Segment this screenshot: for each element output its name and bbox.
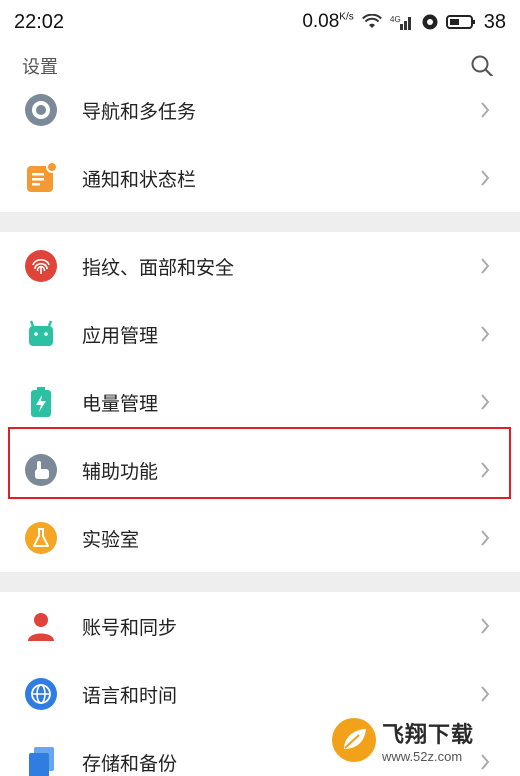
- status-right: 0.08K/s 4G 38: [302, 11, 506, 34]
- notification-dot-icon: [422, 14, 438, 30]
- settings-item-label: 账号和同步: [82, 616, 178, 639]
- group-divider: [0, 572, 520, 592]
- flask-icon: [24, 521, 58, 555]
- settings-item-lab[interactable]: 实验室: [0, 504, 520, 572]
- battery-status-icon: [445, 14, 476, 30]
- settings-item-label: 语言和时间: [82, 684, 178, 707]
- globe-icon: [24, 677, 58, 711]
- status-time: 22:02: [14, 10, 65, 33]
- chevron-right-icon: [478, 256, 492, 276]
- watermark: 飞翔下载 www.52z.com: [332, 710, 512, 770]
- settings-item-battery[interactable]: 电量管理: [0, 368, 520, 436]
- fingerprint-icon: [24, 249, 58, 283]
- settings-item-navigation[interactable]: 导航和多任务: [0, 76, 520, 144]
- wifi-icon: [361, 14, 382, 30]
- settings-item-label: 电量管理: [82, 392, 159, 415]
- chevron-right-icon: [478, 616, 492, 636]
- settings-item-label: 通知和状态栏: [82, 168, 197, 191]
- chevron-right-icon: [478, 460, 492, 480]
- settings-list: 导航和多任务 通知和状态栏 指纹、面部和安全 应用管理 电量管理 辅助功能 实验…: [0, 76, 520, 776]
- battery-level: 38: [483, 10, 506, 33]
- settings-item-accessibility[interactable]: 辅助功能: [0, 436, 520, 504]
- signal-icon: 4G: [390, 14, 414, 30]
- watermark-text: 飞翔下载 www.52z.com: [382, 717, 474, 764]
- settings-item-account[interactable]: 账号和同步: [0, 592, 520, 660]
- settings-group-2: 指纹、面部和安全 应用管理 电量管理 辅助功能 实验室: [0, 232, 520, 572]
- navigation-icon: [24, 93, 58, 127]
- notification-icon: [24, 161, 58, 195]
- settings-item-label: 辅助功能: [82, 460, 159, 483]
- watermark-title: 飞翔下载: [382, 722, 475, 748]
- accessibility-icon: [24, 453, 58, 487]
- watermark-url: www.52z.com: [382, 748, 463, 764]
- net-speed: 0.08K/s: [302, 11, 354, 32]
- settings-item-apps[interactable]: 应用管理: [0, 300, 520, 368]
- settings-item-label: 导航和多任务: [82, 100, 197, 123]
- chevron-right-icon: [478, 324, 492, 344]
- settings-group-1: 导航和多任务 通知和状态栏: [0, 76, 520, 212]
- storage-icon: [24, 745, 58, 776]
- account-icon: [24, 609, 58, 643]
- svg-text:4G: 4G: [390, 15, 401, 24]
- chevron-right-icon: [478, 100, 492, 120]
- settings-item-label: 指纹、面部和安全: [82, 256, 235, 279]
- chevron-right-icon: [478, 168, 492, 188]
- status-bar: 22:02 0.08K/s 4G 38: [0, 0, 520, 44]
- settings-item-notification[interactable]: 通知和状态栏: [0, 144, 520, 212]
- settings-item-label: 实验室: [82, 528, 140, 551]
- chevron-right-icon: [478, 392, 492, 412]
- settings-item-security[interactable]: 指纹、面部和安全: [0, 232, 520, 300]
- group-divider: [0, 212, 520, 232]
- search-icon: [471, 55, 494, 78]
- chevron-right-icon: [478, 684, 492, 704]
- settings-item-label: 应用管理: [82, 324, 159, 347]
- battery-icon: [24, 385, 58, 419]
- chevron-right-icon: [478, 528, 492, 548]
- android-icon: [24, 317, 58, 351]
- leaf-logo-icon: [332, 718, 376, 762]
